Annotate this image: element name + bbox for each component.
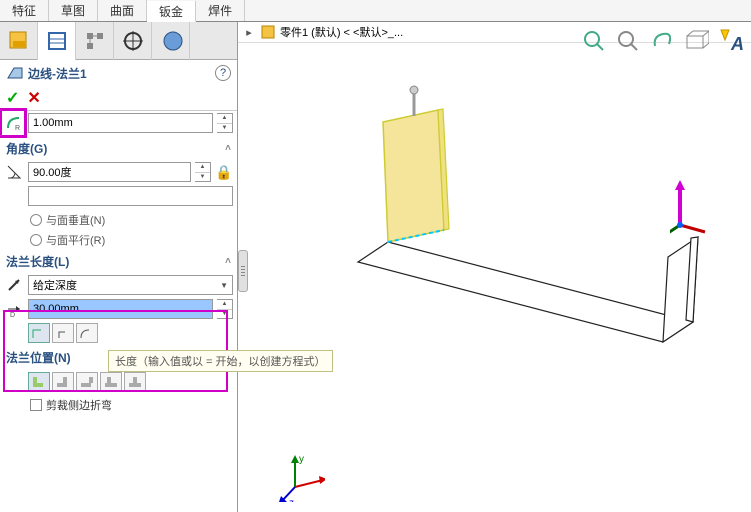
svg-text:R: R	[15, 125, 20, 132]
flange-length-value-row: D ▲▼	[4, 299, 233, 319]
ribbon-tab-feature[interactable]: 特征	[0, 0, 49, 21]
zoom-area-button[interactable]	[613, 26, 643, 56]
ribbon-tab-sketch[interactable]: 草图	[49, 0, 98, 21]
tooltip: 长度（输入值或以 = 开始，以创建方程式）	[108, 350, 333, 372]
pos-bend-outside-button[interactable]	[76, 372, 98, 392]
flange-length-input[interactable]	[28, 299, 213, 319]
radio-icon	[30, 234, 42, 246]
svg-text:A: A	[730, 34, 744, 54]
ok-cancel-row: ✓ ✕	[0, 86, 237, 111]
panel-tab-appearance[interactable]	[152, 22, 190, 60]
end-condition-icon	[4, 275, 24, 295]
checkbox-icon	[30, 399, 42, 411]
property-body: R ▲▼ 角度(G) ˄ ▲▼ 🔒	[0, 111, 237, 512]
pos-virtual-sharp-button[interactable]	[100, 372, 122, 392]
zoom-fit-button[interactable]	[579, 26, 609, 56]
property-manager: 边线-法兰1 ? ✓ ✕ R ▲▼ 角度(G) ˄	[0, 22, 238, 512]
feature-title-row: 边线-法兰1 ?	[0, 60, 237, 86]
angle-icon	[4, 162, 24, 182]
svg-text:y: y	[299, 454, 304, 465]
length-tangent-button[interactable]	[76, 323, 98, 343]
angle-row: ▲▼ 🔒	[4, 162, 233, 182]
bend-radius-row: R ▲▼	[4, 113, 233, 133]
help-icon[interactable]: ?	[215, 65, 231, 81]
radio-parallel[interactable]: 与面平行(R)	[4, 230, 233, 250]
length-ref-buttons	[28, 323, 233, 343]
position-buttons	[28, 372, 233, 392]
ribbon-tab-sheetmetal[interactable]: 钣金	[147, 1, 196, 22]
ribbon-tab-surface[interactable]: 曲面	[98, 0, 147, 21]
angle-input[interactable]	[28, 162, 191, 182]
panel-splitter[interactable]	[238, 250, 248, 292]
edit-appearance-button[interactable]: A	[715, 26, 745, 56]
pos-material-outside-button[interactable]	[52, 372, 74, 392]
flange-length-type-value: 给定深度	[33, 277, 77, 293]
panel-tab-feature-tree[interactable]	[0, 22, 38, 60]
flange-length-header[interactable]: 法兰长度(L) ˄	[4, 250, 233, 273]
pos-material-inside-button[interactable]	[28, 372, 50, 392]
ribbon: 特征 草图 曲面 钣金 焊件	[0, 0, 751, 22]
panel-tab-property[interactable]	[38, 22, 76, 60]
angle-label: 角度(G)	[6, 140, 47, 157]
ribbon-tab-weldment[interactable]: 焊件	[196, 0, 245, 21]
panel-tab-config[interactable]	[76, 22, 114, 60]
radio-icon	[30, 214, 42, 226]
bend-radius-input[interactable]	[28, 113, 213, 133]
trim-side-bends-label: 剪裁侧边折弯	[46, 397, 112, 413]
panel-tab-dimxpert[interactable]	[114, 22, 152, 60]
target-icon	[121, 29, 145, 53]
bend-radius-icon: R	[4, 113, 24, 133]
preview-pushpin-icon	[410, 86, 418, 116]
radio-perp[interactable]: 与面垂直(N)	[4, 210, 233, 230]
radio-parallel-label: 与面平行(R)	[46, 232, 105, 248]
config-icon	[83, 29, 107, 53]
flange-length-label: 法兰长度(L)	[6, 253, 69, 270]
angle-face-row	[4, 186, 233, 206]
feature-tree-icon	[7, 29, 31, 53]
globe-icon	[159, 29, 183, 53]
angle-spinner[interactable]: ▲▼	[195, 162, 211, 182]
angle-header[interactable]: 角度(G) ˄	[4, 137, 233, 160]
part-icon	[260, 24, 276, 40]
model-view[interactable]	[238, 62, 751, 512]
chevron-up-icon: ˄	[225, 256, 231, 267]
cancel-button[interactable]: ✕	[27, 88, 40, 108]
angle-face-input[interactable]	[28, 186, 233, 206]
view-triad[interactable]: x y z	[275, 452, 325, 502]
trim-side-bends-row[interactable]: 剪裁侧边折弯	[4, 395, 233, 415]
pos-tangent-button[interactable]	[124, 372, 146, 392]
flyout-tree-toggle[interactable]: ▸	[242, 26, 256, 39]
flange-position-label: 法兰位置(N)	[6, 349, 71, 366]
display-style-button[interactable]	[681, 26, 711, 56]
graphics-viewport[interactable]: ▸ 零件1 (默认) < <默认>_... A	[238, 22, 751, 512]
ok-button[interactable]: ✓	[6, 88, 19, 108]
view-toolbar: A	[579, 26, 745, 56]
length-icon: D	[4, 299, 24, 319]
panel-tabs	[0, 22, 237, 60]
dropdown-arrow-icon: ▼	[220, 281, 228, 290]
origin-marker	[670, 180, 710, 240]
length-outer-virtual-button[interactable]	[28, 323, 50, 343]
feature-name: 边线-法兰1	[28, 65, 215, 82]
rotate-view-button[interactable]	[647, 26, 677, 56]
lock-icon[interactable]: 🔒	[215, 164, 233, 181]
property-icon	[45, 29, 69, 53]
flange-length-type-dropdown[interactable]: 给定深度 ▼	[28, 275, 233, 295]
svg-text:z: z	[289, 498, 294, 502]
bend-radius-spinner[interactable]: ▲▼	[217, 113, 233, 133]
radio-perp-label: 与面垂直(N)	[46, 212, 105, 228]
length-inner-virtual-button[interactable]	[52, 323, 74, 343]
chevron-up-icon: ˄	[225, 143, 231, 154]
svg-text:D: D	[10, 312, 15, 318]
part-label[interactable]: 零件1 (默认) < <默认>_...	[280, 24, 403, 40]
edge-flange-icon	[6, 64, 24, 82]
flange-length-spinner[interactable]: ▲▼	[217, 299, 233, 319]
flange-length-type-row: 给定深度 ▼	[4, 275, 233, 295]
